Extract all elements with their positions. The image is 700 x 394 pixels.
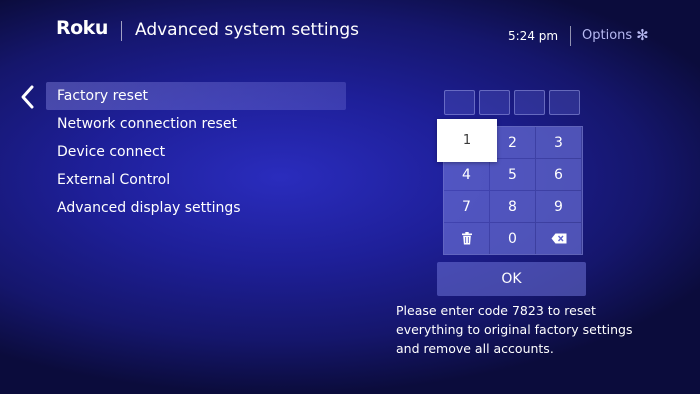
- page-title: Advanced system settings: [135, 20, 360, 40]
- key-5[interactable]: 5: [490, 159, 535, 190]
- reset-instructions: Please enter code 7823 to reset everythi…: [396, 303, 633, 356]
- clock: 5:24 pm: [508, 29, 559, 43]
- key-7[interactable]: 7: [444, 191, 489, 222]
- back-button[interactable]: [18, 84, 38, 110]
- menu-item-factory-reset[interactable]: Factory reset: [46, 82, 346, 110]
- delete-all-key[interactable]: [444, 223, 489, 254]
- asterisk-icon: ✻: [636, 26, 649, 44]
- code-digit-box: [514, 90, 545, 115]
- code-digit-box: [479, 90, 510, 115]
- code-digit-box: [549, 90, 580, 115]
- code-entry-boxes: [444, 90, 580, 115]
- clock-divider: [570, 26, 571, 46]
- key-6[interactable]: 6: [536, 159, 581, 190]
- key-4[interactable]: 4: [444, 159, 489, 190]
- focused-key-1[interactable]: 1: [437, 119, 497, 162]
- chevron-left-icon: [21, 85, 34, 109]
- key-0[interactable]: 0: [490, 223, 535, 254]
- key-8[interactable]: 8: [490, 191, 535, 222]
- settings-menu: Factory reset Network connection reset D…: [46, 82, 346, 222]
- options-label: Options: [582, 28, 633, 43]
- menu-item-external-control[interactable]: External Control: [46, 166, 346, 194]
- trash-icon: [461, 232, 472, 245]
- backspace-icon: [551, 233, 566, 244]
- header-divider: [121, 21, 122, 41]
- menu-item-network-connection-reset[interactable]: Network connection reset: [46, 110, 346, 138]
- key-9[interactable]: 9: [536, 191, 581, 222]
- key-3[interactable]: 3: [536, 127, 581, 158]
- code-digit-box: [444, 90, 475, 115]
- options-button[interactable]: Options ✻: [582, 26, 649, 44]
- menu-item-device-connect[interactable]: Device connect: [46, 138, 346, 166]
- ok-button[interactable]: OK: [437, 262, 586, 296]
- roku-logo: Roku: [56, 17, 108, 39]
- menu-item-advanced-display-settings[interactable]: Advanced display settings: [46, 194, 346, 222]
- backspace-key[interactable]: [536, 223, 581, 254]
- top-bar: Roku Advanced system settings 5:24 pm Op…: [0, 0, 700, 64]
